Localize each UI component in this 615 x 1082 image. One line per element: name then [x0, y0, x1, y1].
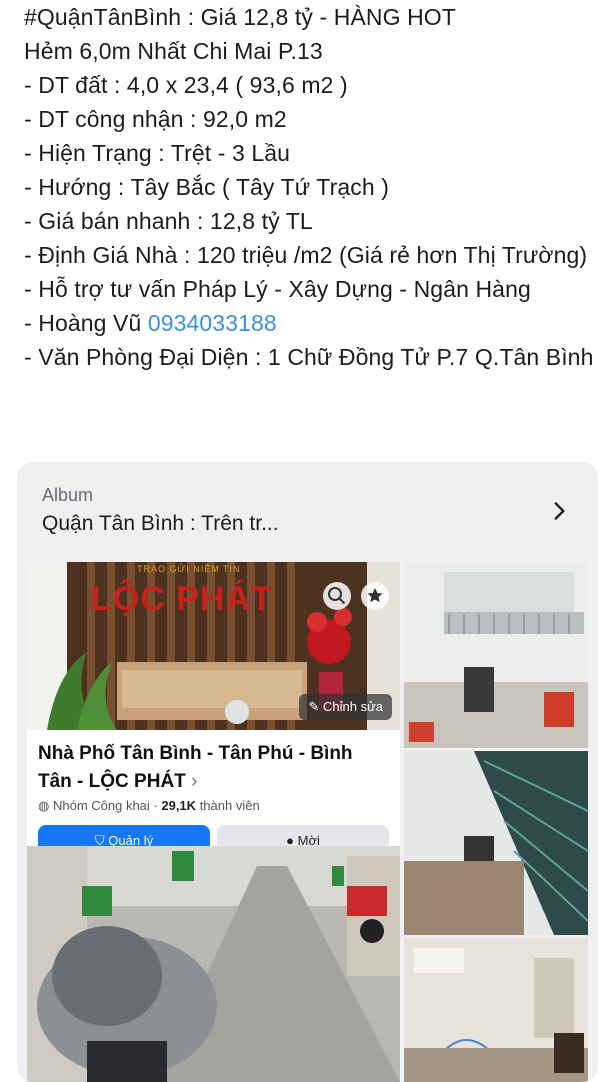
post-text: #QuậnTânBình : Giá 12,8 tỷ - HÀNG HOT Hẻ… — [24, 0, 604, 374]
search-icon[interactable] — [323, 582, 351, 610]
contact-name: - Hoàng Vũ — [24, 310, 148, 336]
photo-interior-loft[interactable] — [404, 562, 588, 748]
post-line-2: Hẻm 6,0m Nhất Chi Mai P.13 — [24, 38, 323, 64]
group-meta: ◍ Nhóm Công khai · 29,1K thành viên — [38, 798, 260, 813]
star-badge-icon[interactable] — [361, 582, 389, 610]
post-line-4: - DT công nhận : 92,0 m2 — [24, 106, 287, 132]
post-line-3: - DT đất : 4,0 x 23,4 ( 93,6 m2 ) — [24, 72, 348, 98]
chevron-right-small-icon: › — [191, 771, 198, 792]
photo-interior-bedroom[interactable] — [404, 938, 588, 1082]
logo-subtitle: TRAO GỬI NIỀM TIN — [137, 564, 241, 574]
album-card[interactable]: Album Quận Tân Bình : Trên tr... TRAO GỬ… — [17, 462, 598, 1082]
group-name[interactable]: Nhà Phố Tân Bình - Tân Phú - Bình Tân - … — [38, 740, 388, 796]
logo-text: LỘC PHÁT — [91, 580, 273, 618]
post-line-8: - Định Giá Nhà : 120 triệu /m2 (Giá rẻ h… — [24, 242, 588, 268]
post-line-1: #QuậnTânBình : Giá 12,8 tỷ - HÀNG HOT — [24, 4, 456, 30]
group-info-panel[interactable]: Nhà Phố Tân Bình - Tân Phú - Bình Tân - … — [27, 730, 400, 859]
post-line-7: - Giá bán nhanh : 12,8 tỷ TL — [24, 208, 313, 234]
post-line-5: - Hiện Trạng : Trệt - 3 Lầu — [24, 140, 291, 166]
photo-interior-stairs[interactable] — [404, 751, 588, 935]
photo-alley-motorbike[interactable] — [27, 846, 400, 1082]
pencil-icon: ✎ — [308, 699, 323, 714]
globe-icon: ◍ — [38, 798, 50, 813]
edit-label: Chỉnh sửa — [322, 699, 383, 714]
members-count: 29,1K — [161, 798, 197, 813]
phone-link[interactable]: 0934033188 — [148, 310, 277, 336]
group-cover-photo[interactable]: TRAO GỬI NIỀM TIN LỘC PHÁT ✎ Chỉnh sửa — [27, 562, 400, 730]
office-line: - Văn Phòng Đại Diện : 1 Chữ Đồng Tử P.7… — [24, 344, 594, 370]
group-visibility: Nhóm Công khai — [52, 798, 150, 813]
post-line-6: - Hướng : Tây Bắc ( Tây Tứ Trạch ) — [24, 174, 389, 200]
album-title[interactable]: Quận Tân Bình : Trên tr... — [42, 512, 279, 536]
members-label: thành viên — [199, 798, 260, 813]
edit-button[interactable]: ✎ Chỉnh sửa — [299, 694, 392, 720]
contact-line: - Hoàng Vũ 0934033188 — [24, 306, 604, 340]
chevron-right-icon[interactable] — [546, 498, 572, 524]
album-label: Album — [42, 485, 94, 505]
post-line-9: - Hỗ trợ tư vấn Pháp Lý - Xây Dựng - Ngâ… — [24, 276, 531, 302]
